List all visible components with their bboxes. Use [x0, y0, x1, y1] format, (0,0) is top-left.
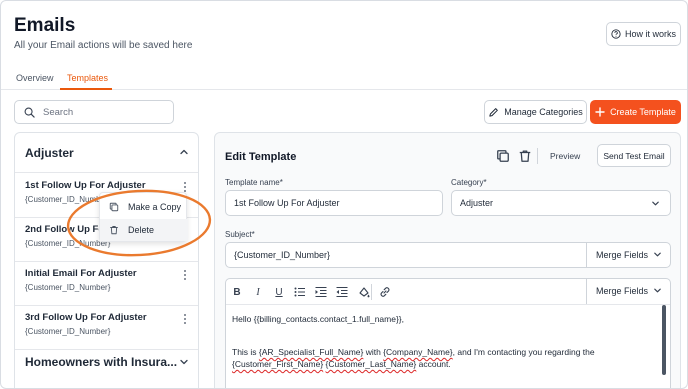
merge-fields-label: Merge Fields	[596, 250, 649, 260]
template-context-menu: Make a Copy Delete	[99, 192, 188, 242]
body-text: This is	[232, 347, 259, 357]
toolbar-divider	[537, 148, 538, 164]
body-text: with	[363, 347, 384, 357]
template-name-label: Template name*	[225, 178, 283, 187]
category-label: Category*	[451, 178, 487, 187]
merge-token: {AR_Specialist_Full_Name}	[258, 347, 364, 357]
tab-overview[interactable]: Overview	[16, 73, 54, 83]
body-text: account.	[416, 359, 451, 369]
page-title: Emails	[14, 15, 76, 36]
merge-token: {Customer_Last_Name}	[325, 359, 417, 369]
bold-icon[interactable]: B	[230, 285, 244, 299]
template-subject: {Customer_ID_Number}	[25, 283, 111, 292]
underline-icon[interactable]: U	[272, 285, 286, 299]
template-item[interactable]: Initial Email For Adjuster {Customer_ID_…	[15, 262, 198, 306]
body-editor[interactable]: B I U Merge Fields Hello {{billing_conta…	[225, 278, 671, 388]
more-options-icon[interactable]	[181, 268, 189, 282]
manage-categories-button[interactable]: Manage Categories	[484, 100, 587, 124]
subject-value: {Customer_ID_Number}	[234, 250, 331, 260]
subject-merge-fields-dropdown[interactable]: Merge Fields	[586, 242, 672, 268]
merge-token: {Customer_First_Name}	[232, 359, 324, 369]
more-options-icon[interactable]	[181, 312, 189, 326]
help-circle-icon	[611, 29, 621, 39]
trash-icon	[110, 226, 118, 235]
delete-menu-item[interactable]: Delete	[100, 219, 188, 241]
template-subject: {Customer_ID_Number}	[25, 239, 111, 248]
toolbar-divider	[371, 284, 372, 300]
italic-icon[interactable]: I	[251, 285, 265, 299]
copy-icon	[109, 202, 119, 212]
edit-template-heading: Edit Template	[225, 151, 297, 163]
template-subject: {Customer_ID_Number}	[25, 327, 111, 336]
merge-token: {Company_Name}	[383, 347, 453, 357]
template-name-value: 1st Follow Up For Adjuster	[234, 198, 340, 208]
body-line: This is {AR_Specialist_Full_Name} with {…	[232, 347, 595, 357]
category-title: Adjuster	[25, 146, 74, 160]
outdent-icon[interactable]	[335, 285, 349, 299]
pencil-icon	[489, 107, 499, 117]
search-input[interactable]	[43, 106, 163, 118]
send-test-email-button[interactable]: Send Test Email	[597, 144, 671, 167]
make-copy-menu-item[interactable]: Make a Copy	[100, 196, 188, 218]
create-template-button[interactable]: Create Template	[590, 100, 681, 124]
tab-templates[interactable]: Templates	[67, 73, 108, 83]
delete-label: Delete	[128, 225, 155, 235]
body-line: Hello {{billing_contacts.contact_1.full_…	[232, 314, 405, 324]
search-box[interactable]	[14, 100, 174, 124]
subject-label: Subject*	[225, 230, 255, 239]
template-item[interactable]: 3rd Follow Up For Adjuster {Customer_ID_…	[15, 306, 198, 350]
plus-icon	[595, 107, 605, 117]
chevron-down-icon	[652, 201, 659, 206]
template-name: 1st Follow Up For Adjuster	[25, 180, 146, 191]
create-template-label: Create Template	[610, 107, 676, 117]
merge-fields-label: Merge Fields	[596, 286, 649, 296]
tab-bar: Overview Templates	[1, 68, 687, 90]
formatting-toolbar: B I U Merge Fields	[226, 279, 670, 305]
preview-button[interactable]: Preview	[550, 151, 580, 161]
template-name-field[interactable]: 1st Follow Up For Adjuster	[225, 190, 443, 216]
chevron-up-icon[interactable]	[179, 147, 189, 157]
edit-template-panel: Edit Template Preview Send Test Email Te…	[214, 132, 681, 388]
body-text: , and I'm contacting you regarding the	[452, 347, 595, 357]
how-it-works-label: How it works	[624, 29, 676, 39]
copy-icon[interactable]	[496, 149, 510, 163]
trash-icon[interactable]	[518, 149, 532, 163]
category-value: Adjuster	[460, 198, 494, 208]
template-subject: {Customer_ID_Number}	[25, 195, 111, 204]
make-copy-label: Make a Copy	[128, 202, 182, 212]
how-it-works-button[interactable]: How it works	[606, 22, 681, 46]
category-title[interactable]: Homeowners with Insura...	[25, 355, 177, 369]
page-subtitle: All your Email actions will be saved her…	[14, 40, 193, 51]
link-icon[interactable]	[378, 285, 392, 299]
body-line: {Customer_First_Name} {Customer_Last_Nam…	[232, 359, 451, 369]
chevron-down-icon	[654, 288, 661, 293]
template-name: 3rd Follow Up For Adjuster	[25, 312, 147, 323]
text-color-icon[interactable]	[357, 285, 371, 299]
template-name: Initial Email For Adjuster	[25, 268, 137, 279]
category-select[interactable]: Adjuster	[451, 190, 671, 216]
bullet-list-icon[interactable]	[293, 285, 307, 299]
emails-page: Emails All your Email actions will be sa…	[0, 0, 688, 389]
active-tab-indicator	[60, 88, 112, 90]
subject-field[interactable]: {Customer_ID_Number} Merge Fields	[225, 242, 671, 268]
category-header[interactable]: Adjuster	[15, 133, 198, 173]
search-icon	[24, 107, 35, 118]
editor-scrollbar[interactable]	[662, 305, 666, 375]
chevron-down-icon[interactable]	[179, 357, 189, 367]
body-merge-fields-dropdown[interactable]: Merge Fields	[586, 279, 670, 304]
template-list-panel: Adjuster 1st Follow Up For Adjuster {Cus…	[14, 132, 199, 388]
manage-categories-label: Manage Categories	[504, 107, 583, 117]
chevron-down-icon	[654, 252, 661, 257]
indent-icon[interactable]	[314, 285, 328, 299]
